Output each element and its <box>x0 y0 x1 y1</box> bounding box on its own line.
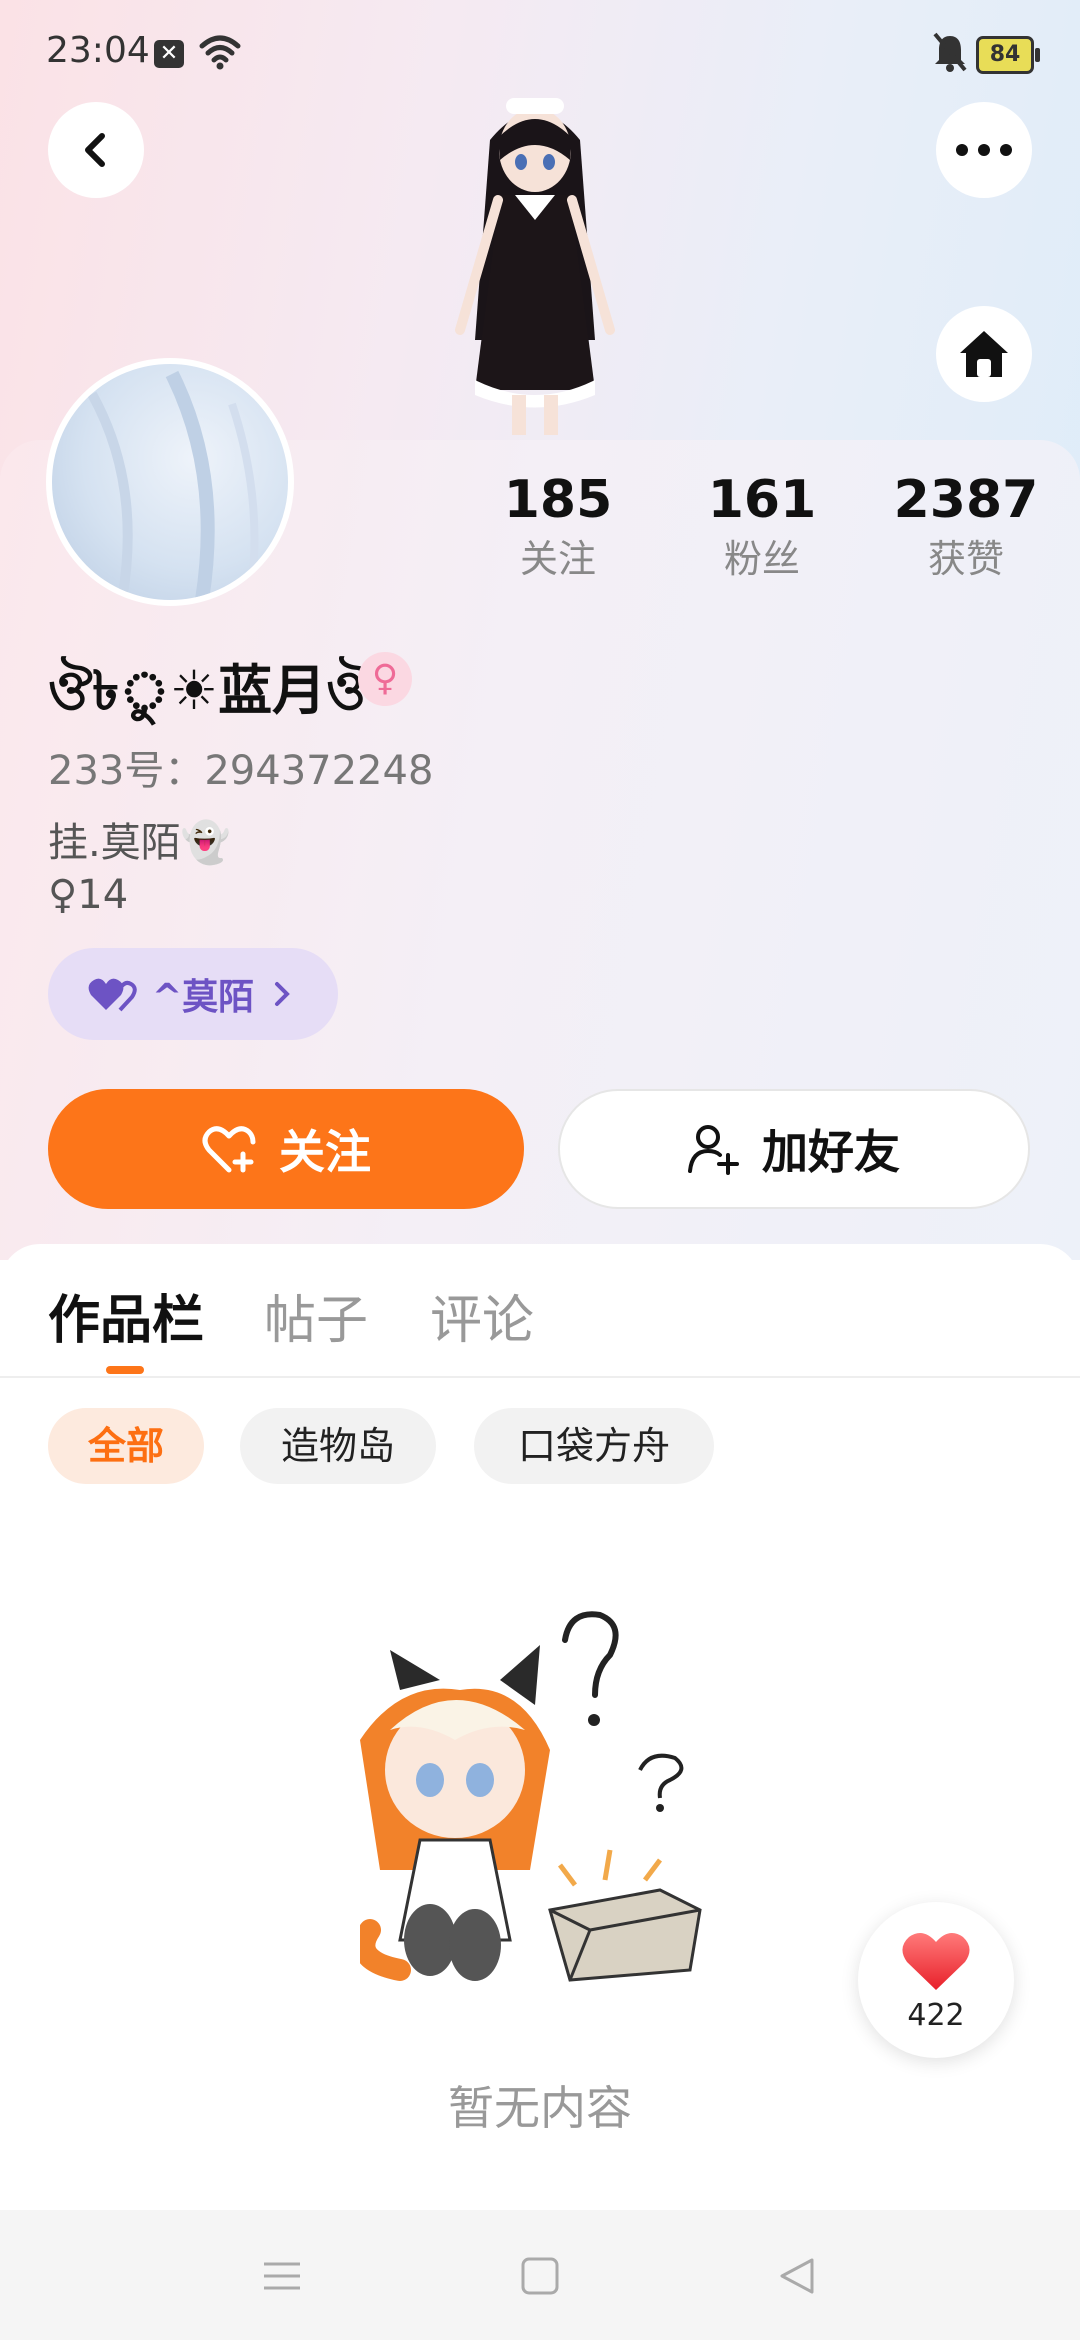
heart-plus-icon <box>202 1126 256 1173</box>
stat-likes-count: 2387 <box>893 470 1039 530</box>
user-id[interactable]: 233号：294372248 <box>48 738 433 796</box>
notification-icon: ✕ <box>154 40 184 68</box>
add-friend-button[interactable]: 加好友 <box>558 1089 1030 1209</box>
follow-button[interactable]: 关注 <box>48 1089 524 1209</box>
stat-likes-label: 获赞 <box>927 537 1004 581</box>
filter-creation-island[interactable]: 造物岛 <box>240 1408 436 1484</box>
mute-bell-icon <box>933 32 967 72</box>
relation-pill-label: ^莫陌 <box>152 977 255 1018</box>
stat-fans-count: 161 <box>707 470 817 530</box>
tab-divider <box>0 1376 1080 1378</box>
like-float-button[interactable]: 422 <box>858 1902 1014 2058</box>
stat-following-count: 185 <box>503 470 613 530</box>
home-icon <box>960 331 1008 377</box>
bio-line-1: 挂.莫陌👻 <box>48 820 231 866</box>
heart-icon <box>902 1933 970 1990</box>
home-button[interactable] <box>936 306 1032 402</box>
add-user-icon <box>688 1125 739 1175</box>
filter-pocket-ark[interactable]: 口袋方舟 <box>474 1408 714 1484</box>
chevron-right-icon <box>275 982 291 1006</box>
avatar[interactable] <box>46 358 294 606</box>
filter-all[interactable]: 全部 <box>48 1408 204 1484</box>
follow-button-label: 关注 <box>279 1125 371 1179</box>
wifi-icon <box>199 35 241 70</box>
female-icon: ♀ <box>358 652 412 706</box>
battery-indicator: 84 <box>976 36 1040 74</box>
username: ঔ৳ু☀蓝月ঔ <box>48 659 371 722</box>
empty-state-text: 暂无内容 <box>448 2081 632 2135</box>
stat-likes[interactable]: 2387 获赞 <box>886 468 1046 586</box>
status-time: 23:04 <box>46 30 150 71</box>
stat-fans-label: 粉丝 <box>723 537 800 581</box>
add-friend-label: 加好友 <box>762 1125 900 1179</box>
stat-fans[interactable]: 161 粉丝 <box>682 468 842 586</box>
more-dots-icon <box>956 144 1012 156</box>
back-nav-icon[interactable] <box>776 2256 816 2296</box>
bio-line-2: ♀14 <box>48 872 129 918</box>
more-options-button[interactable] <box>936 102 1032 198</box>
tab-posts[interactable]: 帖子 <box>264 1278 368 1353</box>
stat-following-label: 关注 <box>519 537 596 581</box>
active-tab-indicator <box>106 1366 144 1374</box>
double-heart-icon <box>88 978 137 1012</box>
tab-works[interactable]: 作品栏 <box>48 1278 204 1353</box>
tab-comments[interactable]: 评论 <box>430 1278 534 1353</box>
system-navigation-bar <box>0 2210 1080 2340</box>
menu-icon[interactable] <box>262 2256 302 2296</box>
relation-pill[interactable]: ^莫陌 <box>48 948 338 1040</box>
avatar-image <box>87 370 259 600</box>
empty-state-illustration <box>360 1611 702 1982</box>
stat-following[interactable]: 185 关注 <box>478 468 638 586</box>
back-button[interactable] <box>48 102 144 198</box>
character-figure-image <box>455 98 615 435</box>
chevron-left-icon <box>85 133 105 167</box>
like-count: 422 <box>907 1998 965 2033</box>
home-nav-icon[interactable] <box>520 2256 560 2296</box>
